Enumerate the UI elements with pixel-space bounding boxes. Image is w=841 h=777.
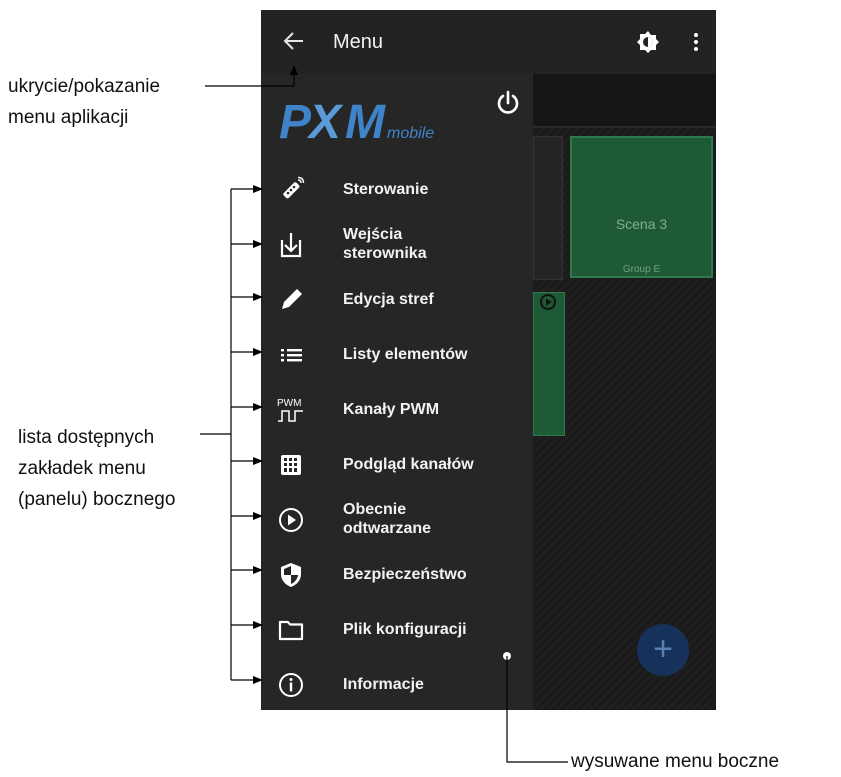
- annotation-menu-tabs: lista dostępnych zakładek menu (panelu) …: [18, 427, 176, 510]
- annotation-side-drawer: wysuwane menu boczne: [571, 751, 780, 772]
- annotation-menu-toggle: ukrycie/pokazanie menu aplikacji: [8, 76, 161, 128]
